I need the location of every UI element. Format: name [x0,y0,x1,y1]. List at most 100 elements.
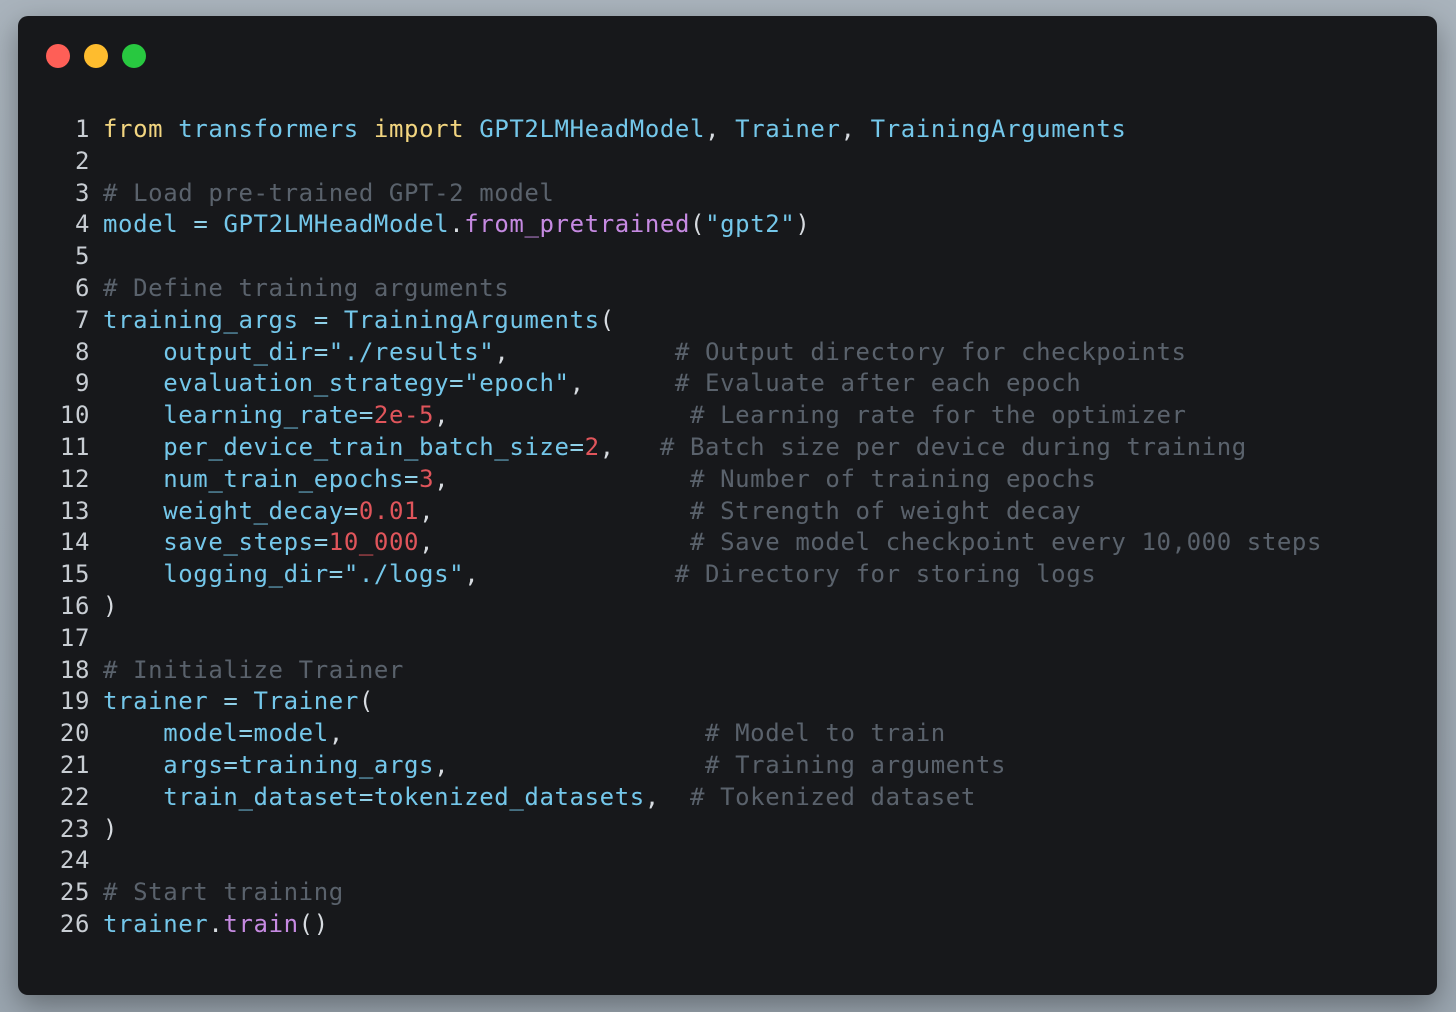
token-class-name: TrainingArguments [343,305,600,334]
code-line: 17 [58,623,1417,655]
token-punctuation: , [434,464,450,493]
token-function-name: train [223,909,299,938]
token-identifier: training_args [103,305,299,334]
token-whitespace [103,401,163,429]
token-punctuation: ) [103,814,119,843]
code-tokens: num_train_epochs=3, # Number of training… [103,464,1096,496]
window-controls [46,44,146,68]
line-number: 14 [59,528,90,557]
token-identifier: args [163,750,224,779]
token-operator: = [313,528,329,557]
token-punctuation: , [419,496,435,525]
code-tokens: logging_dir="./logs", # Directory for st… [103,559,1096,591]
code-tokens: trainer.train() [103,909,329,941]
token-punctuation: . [208,909,224,938]
token-whitespace [434,528,690,556]
code-line: 21 args=training_args, # Training argume… [58,750,1417,782]
token-whitespace [615,433,660,461]
code-tokens: trainer = Trainer( [103,686,374,718]
code-line: 6 # Define training arguments [58,273,1417,305]
token-punctuation: , [840,115,856,143]
code-line: 25 # Start training [58,877,1417,909]
code-tokens: # Initialize Trainer [103,655,404,687]
code-line: 12 num_train_epochs=3, # Number of train… [58,464,1417,496]
code-tokens: # Load pre-trained GPT-2 model [103,178,554,210]
token-comment: # Start training [103,878,344,907]
token-class-name: Trainer [253,687,359,716]
token-comment: # Directory for storing logs [674,560,1097,589]
token-whitespace [103,433,163,461]
line-number: 22 [59,782,90,811]
token-string: "gpt2" [705,210,796,239]
token-identifier: per_device_train_batch_size [163,432,570,461]
maximize-button[interactable] [122,44,146,68]
code-line: 7 training_args = TrainingArguments( [58,305,1417,337]
code-line: 26 trainer.train() [58,909,1417,941]
code-tokens: model=model, # Model to train [103,718,946,750]
token-operator: = [449,369,465,398]
token-punctuation: , [705,115,721,143]
token-whitespace [660,783,690,811]
line-number: 15 [59,560,90,589]
code-line: 8 output_dir="./results", # Output direc… [58,337,1417,369]
token-punctuation: , [434,401,450,430]
token-operator: = [193,210,209,239]
token-punctuation: . [449,210,465,239]
token-punctuation: ( [358,687,374,716]
token-punctuation: ) [103,591,119,620]
code-tokens: save_steps=10_000, # Save model checkpoi… [103,527,1322,559]
token-whitespace [208,210,223,238]
code-editor[interactable]: 1 from transformers import GPT2LMHeadMode… [58,114,1417,941]
token-class-name: Trainer [735,115,841,143]
token-whitespace [103,465,163,493]
code-tokens: ) [103,591,118,623]
token-identifier: save_steps [163,528,314,557]
token-whitespace [103,528,163,556]
token-number: 2e-5 [373,401,435,430]
close-button[interactable] [46,44,70,68]
code-line: 20 model=model, # Model to train [58,718,1417,750]
line-number: 9 [74,369,90,398]
token-comment: # Learning rate for the optimizer [689,401,1187,430]
code-tokens: args=training_args, # Training arguments [103,750,1006,782]
token-operator: = [404,464,420,493]
token-whitespace [299,306,314,334]
token-identifier: transformers [178,115,359,143]
line-number: 21 [59,750,90,779]
token-identifier: model [163,719,239,748]
token-whitespace [449,751,705,779]
token-string: "./logs" [343,560,465,589]
token-identifier: trainer [103,909,209,938]
line-number: 11 [59,432,90,461]
token-whitespace [856,115,871,143]
token-whitespace [344,719,705,747]
line-number: 13 [59,496,90,525]
token-class-name: TrainingArguments [870,115,1127,143]
token-punctuation: ( [599,305,615,334]
token-whitespace [103,560,163,588]
token-punctuation: , [328,719,344,748]
token-keyword: from [103,115,164,143]
token-identifier: evaluation_strategy [163,369,450,398]
token-whitespace [720,115,735,143]
token-punctuation: () [298,909,329,938]
line-number: 20 [59,719,90,748]
code-tokens: ) [103,814,118,846]
minimize-button[interactable] [84,44,108,68]
token-whitespace [464,115,479,143]
token-comment: # Load pre-trained GPT-2 model [103,178,555,207]
code-tokens: train_dataset=tokenized_datasets, # Toke… [103,782,976,814]
code-line: 3 # Load pre-trained GPT-2 model [58,178,1417,210]
token-comment: # Output directory for checkpoints [674,337,1187,366]
token-whitespace [449,401,690,429]
code-line: 19 trainer = Trainer( [58,686,1417,718]
token-number: 3 [419,464,435,493]
token-punctuation: , [464,560,480,589]
token-comment: # Initialize Trainer [103,655,404,684]
code-line: 22 train_dataset=tokenized_datasets, # T… [58,782,1417,814]
line-number: 3 [74,178,90,207]
token-identifier: tokenized_datasets [373,782,645,811]
token-punctuation: , [419,528,435,557]
line-number: 17 [59,623,90,652]
token-operator: = [343,496,359,525]
